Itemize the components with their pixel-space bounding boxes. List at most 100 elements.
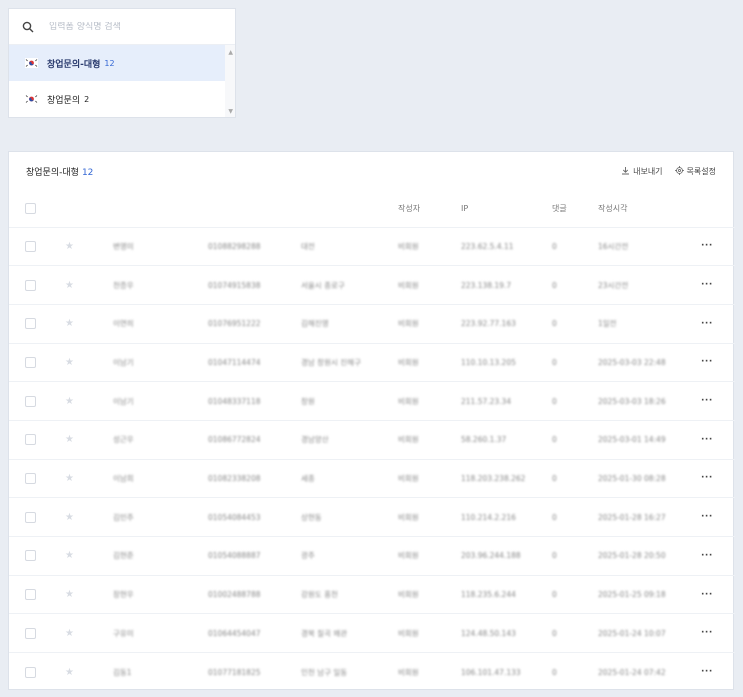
table-row[interactable]: ★ 김민주 01054084453 상현동 비회원 110.214.2.216 0 2025-…: [9, 497, 735, 537]
row-checkbox[interactable]: [25, 318, 36, 330]
cell-time: 16시간전: [598, 226, 701, 266]
cell-ip: 106.101.47.133: [461, 652, 552, 692]
column-header-time[interactable]: 작성시각: [598, 190, 701, 227]
cell-writer: 비회원: [398, 226, 461, 266]
column-header-writer[interactable]: 작성자: [398, 190, 461, 227]
star-icon[interactable]: ★: [65, 318, 74, 329]
form-search-bar: [9, 9, 235, 45]
table-row[interactable]: ★ 천증우 01074915838 서울시 종로구 비회원 223.138.19.7 0 23…: [9, 265, 735, 305]
more-icon[interactable]: ···: [701, 590, 713, 600]
table-row[interactable]: ★ 김현준 01054088887 광주 비회원 203.96.244.188 0 2025-…: [9, 536, 735, 576]
more-icon[interactable]: ···: [701, 241, 713, 251]
more-icon[interactable]: ···: [701, 628, 713, 638]
cell-time: 2025-01-28 20:50: [598, 536, 701, 576]
cell-phone: 01077181825: [208, 652, 301, 692]
row-checkbox[interactable]: [25, 356, 36, 368]
more-icon[interactable]: ···: [701, 357, 713, 367]
cell-region: 대전: [301, 226, 398, 266]
table-row[interactable]: ★ 변영미 01088298288 대전 비회원 223.62.5.4.11 0 16시간전 ·…: [9, 226, 735, 266]
star-icon[interactable]: ★: [65, 434, 74, 445]
row-checkbox[interactable]: [25, 589, 36, 601]
star-icon[interactable]: ★: [65, 396, 74, 407]
cell-name: 김현준: [113, 536, 208, 576]
cell-writer: 비회원: [398, 419, 461, 460]
cell-name: 이남기: [113, 381, 208, 421]
cell-writer: 비회원: [398, 613, 461, 653]
column-header-comments[interactable]: 댓글: [552, 190, 598, 227]
cell-phone: 01064454047: [208, 613, 301, 653]
star-icon[interactable]: ★: [65, 589, 74, 600]
table-row[interactable]: ★ 이남기 01048337118 창원 비회원 211.57.23.34 0 2025-03…: [9, 381, 735, 421]
star-icon[interactable]: ★: [65, 512, 74, 523]
cell-ip: 223.138.19.7: [461, 265, 552, 305]
cell-phone: 01074915838: [208, 265, 301, 305]
cell-time: 1일전: [598, 303, 701, 344]
cell-comments: 0: [552, 419, 598, 460]
scroll-down-icon[interactable]: ▼: [228, 108, 233, 115]
more-icon[interactable]: ···: [701, 319, 713, 329]
cell-region: 강원도 홍천: [301, 574, 398, 614]
row-checkbox[interactable]: [25, 472, 36, 484]
table-row[interactable]: ★ 구유미 01064454047 경북 칠곡 왜관 비회원 124.48.50.143 0…: [9, 613, 735, 653]
row-checkbox[interactable]: [25, 627, 36, 639]
row-checkbox[interactable]: [25, 279, 36, 291]
search-icon[interactable]: [21, 20, 35, 34]
cell-name: 구유미: [113, 613, 208, 653]
cell-phone: 01054084453: [208, 497, 301, 537]
cell-ip: 223.92.77.163: [461, 303, 552, 344]
select-all-checkbox[interactable]: [25, 202, 36, 214]
more-icon[interactable]: ···: [701, 396, 713, 406]
more-icon[interactable]: ···: [701, 473, 713, 483]
more-icon[interactable]: ···: [701, 512, 713, 522]
cell-writer: 비회원: [398, 303, 461, 344]
table-row[interactable]: ★ 이남희 01082338208 세종 비회원 118.203.238.262 0 2025…: [9, 458, 735, 498]
star-icon[interactable]: ★: [65, 280, 74, 291]
column-header-ip[interactable]: IP: [461, 190, 552, 227]
form-list-scrollbar[interactable]: ▲ ▼: [225, 45, 235, 117]
form-item-standard[interactable]: 창업문의 2: [9, 81, 235, 117]
table-row[interactable]: ★ 성근우 01086772824 경남양산 비회원 58.260.1.37 0 2025-0…: [9, 419, 735, 460]
list-settings-button[interactable]: 목록설정: [674, 165, 716, 177]
cell-comments: 0: [552, 381, 598, 421]
star-icon[interactable]: ★: [65, 667, 74, 678]
form-item-large[interactable]: 창업문의-대형 12: [9, 45, 235, 81]
cell-comments: 0: [552, 497, 598, 537]
more-icon[interactable]: ···: [701, 435, 713, 445]
row-checkbox[interactable]: [25, 550, 36, 562]
star-icon[interactable]: ★: [65, 473, 74, 484]
table-row[interactable]: ★ 이남기 01047114474 경남 창원시 진해구 비회원 110.10.13.20…: [9, 342, 735, 382]
row-checkbox[interactable]: [25, 395, 36, 407]
cell-name: 이남기: [113, 342, 208, 382]
table-row[interactable]: ★ 김동1 01077181825 인천 남구 일동 비회원 106.101.47.133…: [9, 652, 735, 692]
row-checkbox[interactable]: [25, 666, 36, 678]
cell-writer: 비회원: [398, 652, 461, 692]
star-icon[interactable]: ★: [65, 241, 74, 252]
scroll-up-icon[interactable]: ▲: [228, 49, 233, 56]
cell-region: 김해진영: [301, 303, 398, 344]
star-icon[interactable]: ★: [65, 357, 74, 368]
more-icon[interactable]: ···: [701, 551, 713, 561]
cell-ip: 211.57.23.34: [461, 381, 552, 421]
cell-region: 광주: [301, 536, 398, 576]
cell-region: 세종: [301, 458, 398, 498]
row-checkbox[interactable]: [25, 240, 36, 252]
more-icon[interactable]: ···: [701, 667, 713, 677]
cell-comments: 0: [552, 342, 598, 382]
row-checkbox[interactable]: [25, 434, 36, 446]
more-icon[interactable]: ···: [701, 280, 713, 290]
export-button[interactable]: 내보내기: [621, 166, 663, 177]
panel-title-count: 12: [81, 167, 94, 178]
table-header-row: 작성자 IP 댓글 작성시각: [9, 190, 735, 227]
table-row[interactable]: ★ 이연히 01076951222 김해진영 비회원 223.92.77.163 0 1일전 ·…: [9, 303, 735, 344]
star-icon[interactable]: ★: [65, 550, 74, 561]
column-header: [301, 190, 398, 227]
header-actions: 내보내기 목록설정: [621, 165, 716, 177]
star-icon[interactable]: ★: [65, 628, 74, 639]
cell-name: 김동1: [113, 652, 208, 692]
table-row[interactable]: ★ 장현우 01002488788 강원도 홍천 비회원 118.235.6.244 0 20…: [9, 574, 735, 614]
cell-time: 23시간전: [598, 265, 701, 305]
form-search-input[interactable]: [49, 21, 209, 32]
cell-name: 이연히: [113, 303, 208, 344]
row-checkbox[interactable]: [25, 511, 36, 523]
column-header: [208, 190, 301, 227]
